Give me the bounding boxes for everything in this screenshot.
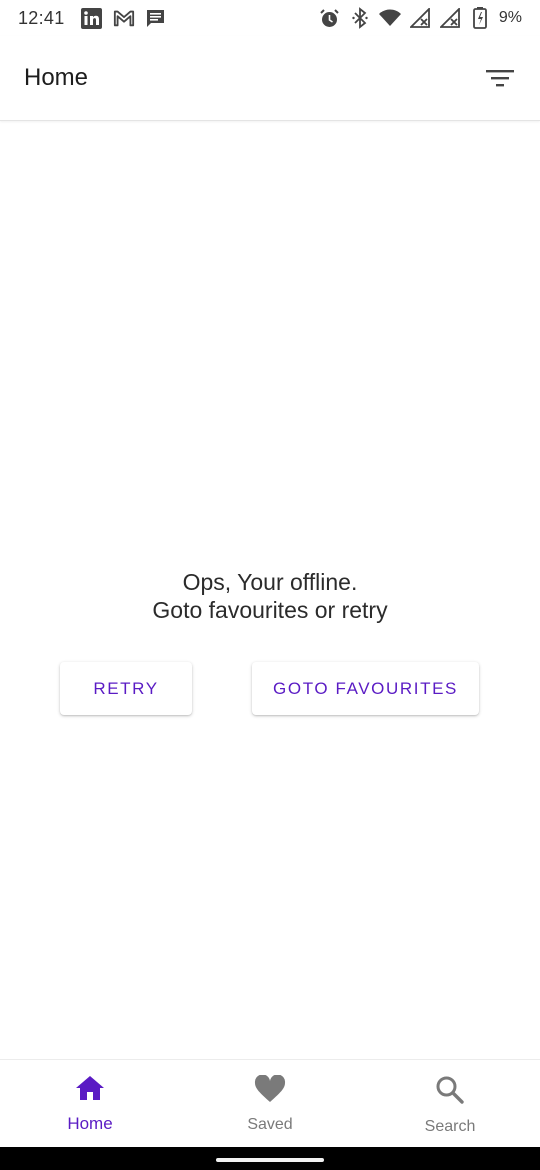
- gmail-icon: [113, 7, 135, 29]
- nav-item-search[interactable]: Search: [360, 1060, 540, 1147]
- wifi-icon: [378, 7, 401, 29]
- app-bar: Home: [0, 36, 540, 121]
- search-icon: [435, 1075, 465, 1110]
- page-title: Home: [24, 64, 89, 91]
- goto-favourites-button[interactable]: GOTO FAVOURITES: [252, 662, 479, 715]
- system-nav-bar: [0, 1147, 540, 1170]
- message-icon: [145, 7, 167, 29]
- bottom-navigation: Home Saved Search: [0, 1059, 540, 1147]
- nav-item-label: Saved: [247, 1116, 293, 1133]
- bluetooth-icon: [349, 7, 371, 29]
- offline-message-line1: Ops, Your offline.: [182, 569, 358, 595]
- status-bar: 12:41 9%: [0, 0, 540, 36]
- retry-button[interactable]: RETRY: [60, 662, 192, 715]
- heart-icon: [254, 1074, 286, 1108]
- home-gesture-handle[interactable]: [216, 1158, 324, 1162]
- signal-off-icon: [409, 7, 431, 29]
- signal-off-icon: [439, 7, 461, 29]
- nav-item-label: Home: [67, 1114, 113, 1133]
- battery-charging-icon: [469, 7, 491, 29]
- status-time: 12:41: [18, 7, 65, 28]
- nav-item-home[interactable]: Home: [0, 1060, 180, 1147]
- battery-percent: 9%: [498, 9, 522, 26]
- main-content: Ops, Your offline. Goto favourites or re…: [0, 122, 540, 1058]
- offline-message-line2: Goto favourites or retry: [152, 597, 388, 623]
- filter-icon[interactable]: [484, 62, 516, 94]
- nav-item-saved[interactable]: Saved: [180, 1060, 360, 1147]
- offline-message: Ops, Your offline. Goto favourites or re…: [0, 568, 540, 624]
- nav-item-label: Search: [424, 1118, 476, 1135]
- linkedin-icon: [81, 7, 103, 29]
- alarm-icon: [319, 7, 341, 29]
- home-icon: [75, 1075, 105, 1106]
